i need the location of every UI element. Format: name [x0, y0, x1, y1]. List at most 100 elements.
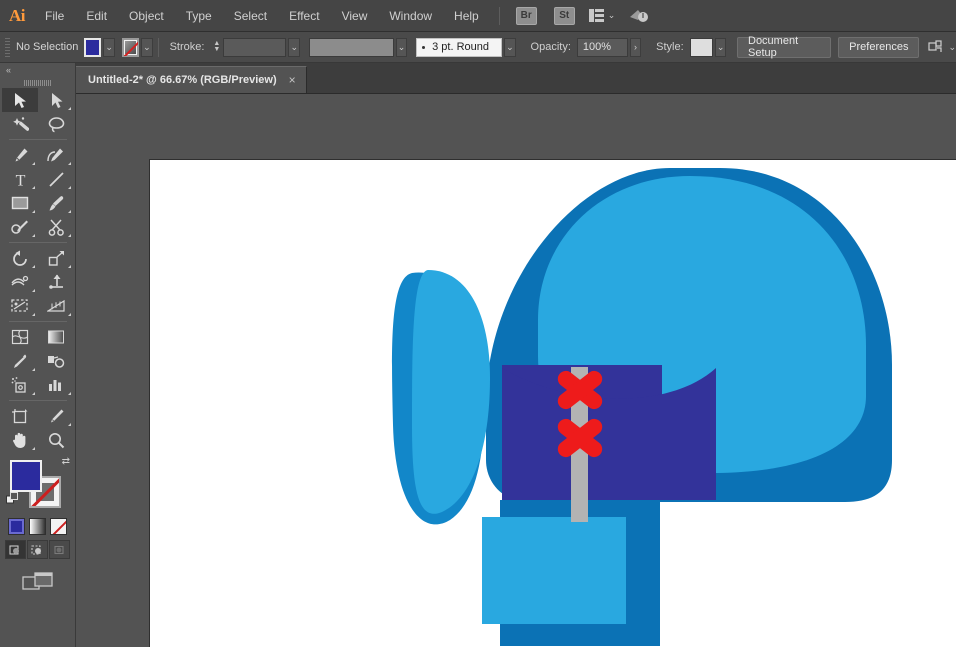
- lace-strap-tail: [571, 500, 588, 522]
- tool-free-transform[interactable]: [38, 270, 74, 294]
- menu-file[interactable]: File: [34, 0, 75, 32]
- draw-normal-button[interactable]: [5, 540, 26, 559]
- stroke-weight-input[interactable]: [223, 37, 287, 57]
- selection-status-label: No Selection: [15, 41, 79, 53]
- mesh-icon: [11, 329, 29, 345]
- tool-column-graph[interactable]: [38, 373, 74, 397]
- menu-select[interactable]: Select: [223, 0, 278, 32]
- curvature-pen-icon: [47, 148, 63, 161]
- tool-type[interactable]: T: [2, 167, 38, 191]
- opacity-label: Opacity:: [530, 41, 571, 53]
- scissors-icon: [48, 218, 64, 236]
- tool-scissors[interactable]: [38, 215, 74, 239]
- tool-gradient[interactable]: [38, 325, 74, 349]
- menu-effect[interactable]: Effect: [278, 0, 330, 32]
- tool-symbol-sprayer[interactable]: [2, 373, 38, 397]
- bridge-button[interactable]: Br: [515, 6, 537, 25]
- menu-type[interactable]: Type: [175, 0, 223, 32]
- stroke-color-swatch[interactable]: [122, 37, 139, 57]
- tool-rotate[interactable]: [2, 246, 38, 270]
- stroke-weight-dropdown[interactable]: ⌄: [288, 37, 301, 57]
- draw-behind-button[interactable]: [27, 540, 48, 559]
- lasso-icon: [48, 116, 64, 132]
- draw-behind-icon: [31, 544, 41, 555]
- tools-panel-collapse-button[interactable]: «: [0, 63, 75, 77]
- opacity-input[interactable]: 100%: [576, 37, 628, 57]
- variable-width-dropdown[interactable]: ⌄: [395, 37, 408, 57]
- selection-arrow-icon: [14, 92, 26, 108]
- graphic-style-swatch[interactable]: [689, 37, 713, 57]
- hand-icon: [12, 432, 26, 448]
- tool-zoom[interactable]: [38, 428, 74, 452]
- document-setup-button[interactable]: Document Setup: [737, 35, 832, 59]
- draw-inside-button[interactable]: [49, 540, 70, 559]
- artboard[interactable]: [150, 160, 956, 647]
- tool-width[interactable]: [2, 270, 38, 294]
- stock-button[interactable]: St: [553, 6, 575, 25]
- tools-panel-grip[interactable]: [0, 77, 75, 88]
- tool-shaper[interactable]: [2, 215, 38, 239]
- tool-shape-builder[interactable]: [2, 294, 38, 318]
- pen-nib-icon: [15, 148, 27, 161]
- document-tab[interactable]: Untitled-2* @ 66.67% (RGB/Preview) ×: [76, 66, 307, 93]
- direct-selection-arrow-icon: [51, 92, 62, 108]
- screen-mode-button[interactable]: [0, 571, 75, 593]
- stroke-weight-stepper[interactable]: ▲ ▼: [213, 40, 220, 53]
- swap-fill-stroke-icon[interactable]: ⇄: [62, 456, 70, 467]
- stroke-color-dropdown[interactable]: ⌄: [141, 37, 153, 57]
- tool-line-segment[interactable]: [38, 167, 74, 191]
- document-tab-bar: Untitled-2* @ 66.67% (RGB/Preview) ×: [0, 63, 956, 94]
- color-fill-button[interactable]: [8, 518, 25, 535]
- tool-lasso[interactable]: [38, 112, 74, 136]
- tool-direct-selection[interactable]: [38, 88, 74, 112]
- brush-definition-select[interactable]: 3 pt. Round: [416, 37, 503, 57]
- variable-width-profile-select[interactable]: [308, 37, 394, 57]
- tool-blend[interactable]: [38, 349, 74, 373]
- menu-view[interactable]: View: [331, 0, 379, 32]
- fill-color-swatch[interactable]: [84, 37, 102, 57]
- tool-rectangle[interactable]: [2, 191, 38, 215]
- tool-curvature[interactable]: [38, 143, 74, 167]
- tool-slice[interactable]: [38, 404, 74, 428]
- fill-color-dropdown[interactable]: ⌄: [103, 37, 115, 57]
- none-fill-button[interactable]: [50, 518, 67, 535]
- tool-selection[interactable]: [2, 88, 38, 112]
- brush-definition-dropdown[interactable]: ⌄: [504, 37, 516, 57]
- paintbrush-icon: [49, 195, 63, 210]
- boxing-glove-illustration[interactable]: [150, 160, 956, 647]
- canvas-area[interactable]: [76, 94, 956, 647]
- tool-scale[interactable]: [38, 246, 74, 270]
- tool-magic-wand[interactable]: [2, 112, 38, 136]
- svg-text:T: T: [15, 172, 25, 188]
- style-label: Style:: [656, 41, 684, 53]
- align-arrange-button[interactable]: ⌄: [928, 39, 956, 55]
- tool-perspective-grid[interactable]: [38, 294, 74, 318]
- shape-builder-icon: [11, 299, 28, 312]
- app-logo-icon: Ai: [9, 5, 26, 25]
- gradient-fill-button[interactable]: [29, 518, 46, 535]
- illustrator-window: Ai File Edit Object Type Select Effect V…: [0, 0, 956, 647]
- tool-hand[interactable]: [2, 428, 38, 452]
- workspace-switcher-icon: [588, 9, 604, 22]
- opacity-options-button[interactable]: ›: [629, 37, 642, 57]
- menu-help[interactable]: Help: [443, 0, 490, 32]
- tool-pen[interactable]: [2, 143, 38, 167]
- tool-eyedropper[interactable]: [2, 349, 38, 373]
- fill-color-box[interactable]: [10, 460, 42, 492]
- tool-mesh[interactable]: [2, 325, 38, 349]
- tool-paintbrush[interactable]: [38, 191, 74, 215]
- menu-window[interactable]: Window: [378, 0, 443, 32]
- graphic-style-dropdown[interactable]: ⌄: [714, 37, 727, 57]
- menu-object[interactable]: Object: [118, 0, 175, 32]
- menu-bar: Ai File Edit Object Type Select Effect V…: [0, 0, 956, 32]
- eyedropper-icon: [13, 354, 26, 368]
- rectangle-icon: [11, 196, 29, 210]
- workspace-switcher-button[interactable]: ⌄: [588, 9, 615, 22]
- adobe-stock-search-button[interactable]: [629, 8, 649, 24]
- close-icon[interactable]: ×: [289, 74, 296, 86]
- tool-artboard[interactable]: [2, 404, 38, 428]
- preferences-button[interactable]: Preferences: [838, 36, 920, 58]
- tools-grid: T: [0, 88, 75, 452]
- default-fill-stroke-icon[interactable]: [6, 492, 19, 510]
- menu-edit[interactable]: Edit: [75, 0, 118, 32]
